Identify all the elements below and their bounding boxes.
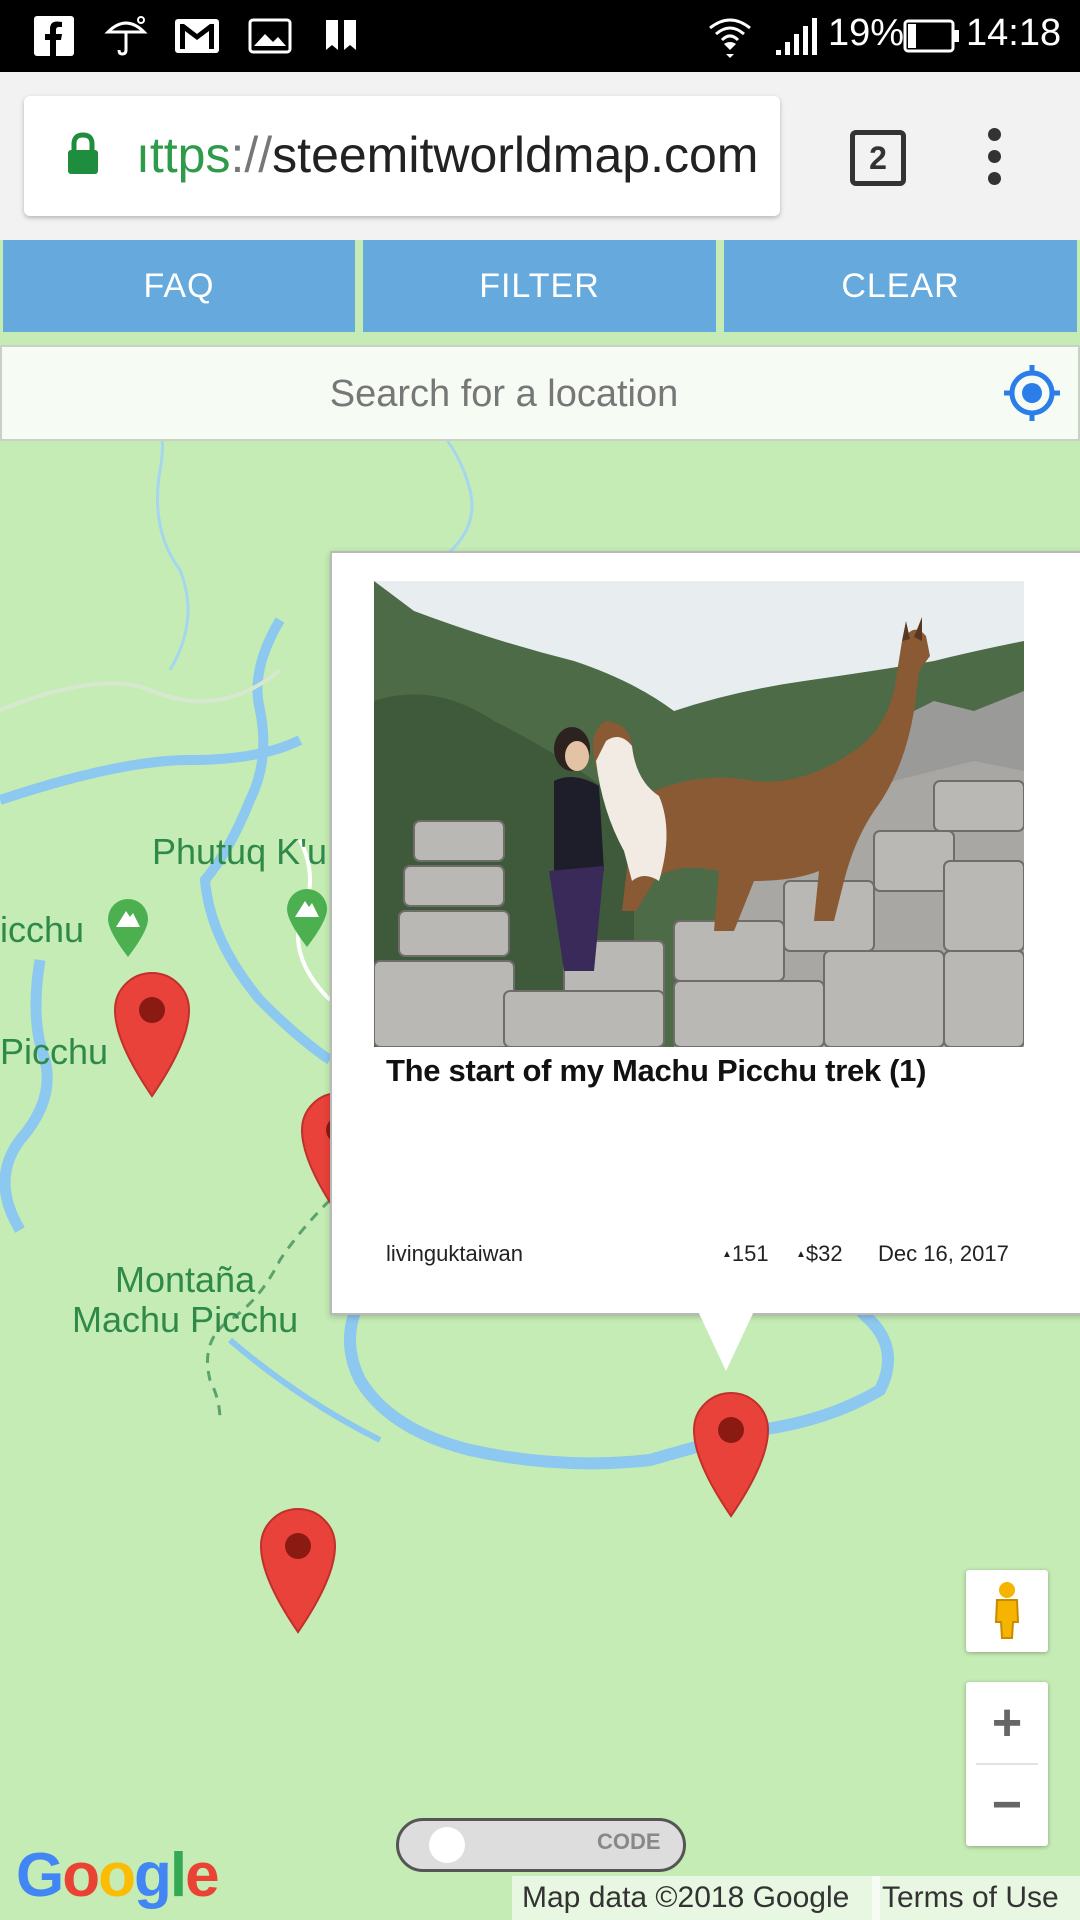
post-votes: ▲151 [722,1241,769,1267]
post-author[interactable]: livinguktaiwan [386,1241,523,1267]
post-pin-icon[interactable] [259,1506,337,1634]
google-logo: Google [16,1841,220,1910]
mountain-marker-icon[interactable] [104,895,152,964]
image-icon [248,16,292,56]
map-label-phutuq: Phutuq K'u [152,831,328,872]
pegman-icon [994,1582,1020,1639]
post-payout-value: $32 [805,1241,843,1266]
location-search [0,345,1080,441]
wifi-icon [708,16,752,58]
info-window-pointer [697,1309,755,1371]
post-title[interactable]: The start of my Machu Picchu trek (1) [386,1053,926,1089]
zoom-controls: + − [966,1682,1048,1846]
search-input[interactable] [2,347,1006,441]
post-date: Dec 16, 2017 [878,1241,1009,1266]
toggle-knob [429,1827,465,1863]
tab-switcher-button[interactable]: 2 [850,130,906,186]
signal-icon [774,16,820,56]
map-label-picchu: Picchu [0,1031,109,1072]
gmail-icon [174,16,220,56]
url-bar[interactable]: ıttps://steemitworldmap.com [24,96,780,216]
street-view-pegman[interactable] [966,1570,1048,1652]
battery-icon [903,16,961,56]
zoom-in-button[interactable]: + [966,1682,1048,1764]
url-separator: :// [230,127,273,183]
lock-icon [66,132,100,181]
map-data-attribution: Map data ©2018 Google [512,1876,880,1920]
post-photo[interactable] [374,581,1024,1047]
map-label-montana-line1: Montaña [115,1259,256,1300]
map-view[interactable]: FAQ FILTER CLEAR Phutuq K'u icchu Picchu… [0,240,1080,1920]
clock: 14:18 [966,12,1062,54]
code-toggle[interactable]: CODE [396,1818,686,1872]
more-menu-icon[interactable] [988,128,1002,194]
url-host: steemitworldmap.com [272,127,759,183]
map-label-montana-line2: Machu Picchu [72,1299,299,1340]
map-label-icchu: icchu [0,909,85,950]
umbrella-icon [104,16,148,56]
status-bar: 19% 14:18 [0,0,1080,72]
post-pin-icon[interactable] [113,970,191,1098]
url-scheme: ıttps [136,127,231,183]
post-payout: ▲$32 [796,1241,843,1267]
post-info-window[interactable]: The start of my Machu Picchu trek (1) li… [330,551,1080,1315]
map-label-montana: Montaña Machu Picchu [72,1260,298,1340]
battery-percent: 19% [828,12,905,54]
url-text: ıttps://steemitworldmap.com [136,126,758,184]
up-triangle-icon: ▲ [722,1249,732,1260]
facebook-icon [34,16,74,56]
browser-toolbar: ıttps://steemitworldmap.com 2 [0,72,1080,240]
terms-of-use-link[interactable]: Terms of Use [872,1876,1080,1920]
up-triangle-icon: ▲ [796,1249,806,1260]
post-votes-value: 151 [731,1241,769,1266]
post-pin-icon[interactable] [692,1390,770,1518]
clear-button[interactable]: CLEAR [724,240,1077,332]
my-location-icon[interactable] [1002,363,1062,428]
zoom-out-button[interactable]: − [966,1764,1048,1846]
bookmark-icon [322,16,362,56]
mountain-marker-icon[interactable] [283,885,331,954]
filter-button[interactable]: FILTER [363,240,716,332]
faq-button[interactable]: FAQ [3,240,355,332]
code-toggle-label: CODE [597,1829,661,1854]
